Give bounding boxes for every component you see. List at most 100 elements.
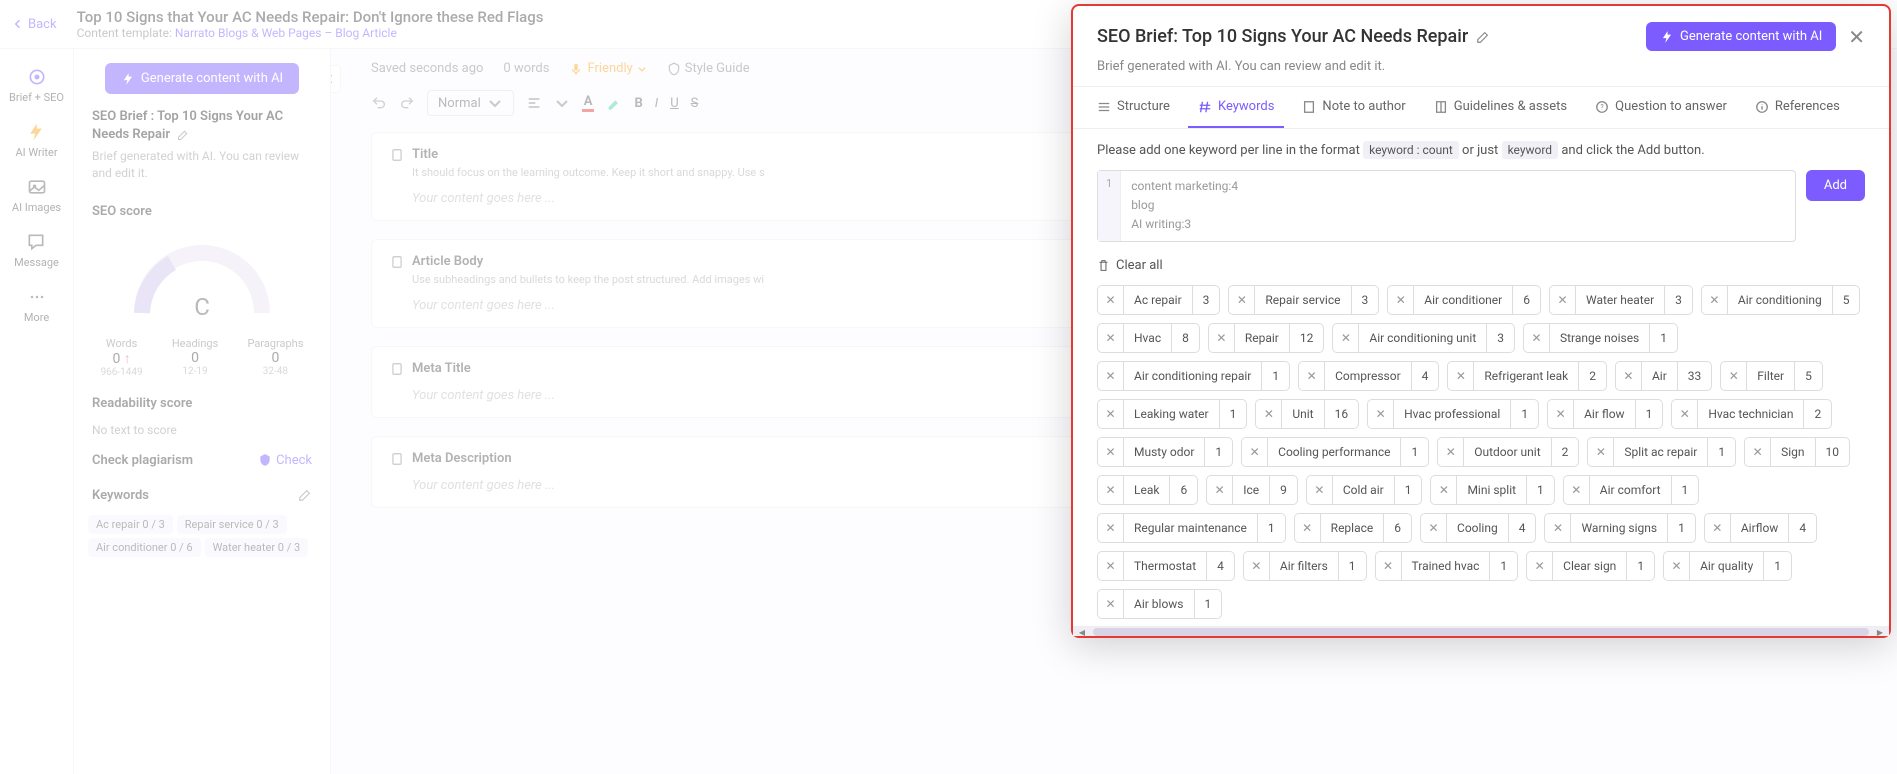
keyword-tag: ✕Air conditioning unit3 [1332, 323, 1515, 353]
remove-tag-icon[interactable]: ✕ [1550, 286, 1576, 314]
remove-tag-icon[interactable]: ✕ [1548, 400, 1574, 428]
remove-tag-icon[interactable]: ✕ [1438, 438, 1464, 466]
tag-name: Air flow [1574, 400, 1634, 428]
remove-tag-icon[interactable]: ✕ [1098, 590, 1124, 618]
remove-tag-icon[interactable]: ✕ [1702, 286, 1728, 314]
remove-tag-icon[interactable]: ✕ [1098, 286, 1124, 314]
tag-name: Clear sign [1553, 552, 1626, 580]
tab-keywords[interactable]: Keywords [1188, 87, 1284, 128]
tab-note[interactable]: Note to author [1292, 87, 1415, 128]
remove-tag-icon[interactable]: ✕ [1745, 438, 1771, 466]
tag-name: Airflow [1731, 514, 1789, 542]
remove-tag-icon[interactable]: ✕ [1209, 324, 1235, 352]
tag-name: Unit [1282, 400, 1323, 428]
remove-tag-icon[interactable]: ✕ [1376, 552, 1402, 580]
remove-tag-icon[interactable]: ✕ [1307, 476, 1333, 504]
remove-tag-icon[interactable]: ✕ [1564, 476, 1590, 504]
keyword-lines[interactable]: content marketing:4blogAI writing:3 [1121, 171, 1248, 241]
remove-tag-icon[interactable]: ✕ [1098, 514, 1124, 542]
remove-tag-icon[interactable]: ✕ [1368, 400, 1394, 428]
remove-tag-icon[interactable]: ✕ [1098, 362, 1124, 390]
remove-tag-icon[interactable]: ✕ [1207, 476, 1233, 504]
tag-count: 1 [1510, 400, 1538, 428]
tab-references[interactable]: References [1745, 87, 1850, 128]
remove-tag-icon[interactable]: ✕ [1098, 400, 1124, 428]
remove-tag-icon[interactable]: ✕ [1098, 438, 1124, 466]
tag-name: Cooling [1447, 514, 1508, 542]
keyword-tag: ✕Ac repair3 [1097, 285, 1220, 315]
svg-text:?: ? [1600, 103, 1604, 111]
add-button[interactable]: Add [1806, 170, 1865, 201]
question-icon: ? [1595, 100, 1609, 114]
remove-tag-icon[interactable]: ✕ [1421, 514, 1447, 542]
remove-tag-icon[interactable]: ✕ [1431, 476, 1457, 504]
remove-tag-icon[interactable]: ✕ [1229, 286, 1255, 314]
remove-tag-icon[interactable]: ✕ [1721, 362, 1747, 390]
remove-tag-icon[interactable]: ✕ [1256, 400, 1282, 428]
remove-tag-icon[interactable]: ✕ [1527, 552, 1553, 580]
tag-count: 1 [1649, 324, 1677, 352]
edit-icon[interactable] [1476, 30, 1490, 44]
tag-name: Air comfort [1590, 476, 1671, 504]
tag-name: Cold air [1333, 476, 1394, 504]
tag-name: Trained hvac [1402, 552, 1490, 580]
remove-tag-icon[interactable]: ✕ [1524, 324, 1550, 352]
remove-tag-icon[interactable]: ✕ [1242, 438, 1268, 466]
code-sample-2: keyword [1502, 141, 1559, 159]
tag-count: 3 [1664, 286, 1692, 314]
tag-name: Replace [1321, 514, 1384, 542]
tag-count: 1 [1257, 514, 1285, 542]
keyword-tag: ✕Compressor4 [1298, 361, 1439, 391]
remove-tag-icon[interactable]: ✕ [1098, 324, 1124, 352]
horizontal-scrollbar[interactable]: ◀ ▶ [1073, 626, 1889, 636]
keyword-tag: ✕Hvac8 [1097, 323, 1200, 353]
tab-question[interactable]: ?Question to answer [1585, 87, 1737, 128]
tag-count: 2 [1803, 400, 1831, 428]
remove-tag-icon[interactable]: ✕ [1244, 552, 1270, 580]
tag-count: 1 [1338, 552, 1366, 580]
keyword-tag: ✕Hvac professional1 [1367, 399, 1539, 429]
remove-tag-icon[interactable]: ✕ [1545, 514, 1571, 542]
scroll-thumb[interactable] [1093, 628, 1869, 636]
remove-tag-icon[interactable]: ✕ [1295, 514, 1321, 542]
remove-tag-icon[interactable]: ✕ [1299, 362, 1325, 390]
tag-name: Air conditioning repair [1124, 362, 1261, 390]
remove-tag-icon[interactable]: ✕ [1672, 400, 1698, 428]
tag-name: Sign [1771, 438, 1814, 466]
remove-tag-icon[interactable]: ✕ [1705, 514, 1731, 542]
tab-guidelines[interactable]: Guidelines & assets [1424, 87, 1577, 128]
keyword-tag: ✕Airflow4 [1704, 513, 1817, 543]
remove-tag-icon[interactable]: ✕ [1664, 552, 1690, 580]
tag-count: 1 [1219, 400, 1247, 428]
tag-name: Warning signs [1571, 514, 1667, 542]
note-icon [1302, 100, 1316, 114]
tag-name: Air conditioning unit [1359, 324, 1486, 352]
tab-structure[interactable]: Structure [1087, 87, 1180, 128]
tag-count: 4 [1411, 362, 1439, 390]
tag-name: Repair [1235, 324, 1289, 352]
remove-tag-icon[interactable]: ✕ [1616, 362, 1642, 390]
keyword-tag: ✕Filter5 [1720, 361, 1823, 391]
remove-tag-icon[interactable]: ✕ [1588, 438, 1614, 466]
close-icon[interactable]: ✕ [1848, 25, 1865, 49]
keyword-tag: ✕Air blows1 [1097, 589, 1222, 619]
tag-name: Compressor [1325, 362, 1411, 390]
clear-all-button[interactable]: Clear all [1097, 258, 1865, 273]
keyword-tag: ✕Air33 [1615, 361, 1712, 391]
remove-tag-icon[interactable]: ✕ [1333, 324, 1359, 352]
tag-count: 1 [1394, 476, 1422, 504]
scroll-left-icon[interactable]: ◀ [1075, 627, 1089, 637]
remove-tag-icon[interactable]: ✕ [1098, 476, 1124, 504]
tag-count: 12 [1289, 324, 1324, 352]
generate-button-modal[interactable]: Generate content with AI [1646, 22, 1836, 51]
scroll-right-icon[interactable]: ▶ [1873, 627, 1887, 637]
remove-tag-icon[interactable]: ✕ [1098, 552, 1124, 580]
tag-count: 3 [1192, 286, 1220, 314]
modal-title: SEO Brief: Top 10 Signs Your AC Needs Re… [1097, 26, 1490, 47]
keyword-textarea[interactable]: 1 content marketing:4blogAI writing:3 [1097, 170, 1796, 242]
tag-count: 1 [1194, 590, 1222, 618]
remove-tag-icon[interactable]: ✕ [1448, 362, 1474, 390]
remove-tag-icon[interactable]: ✕ [1388, 286, 1414, 314]
modal-header: SEO Brief: Top 10 Signs Your AC Needs Re… [1073, 6, 1889, 59]
tag-name: Air quality [1690, 552, 1763, 580]
